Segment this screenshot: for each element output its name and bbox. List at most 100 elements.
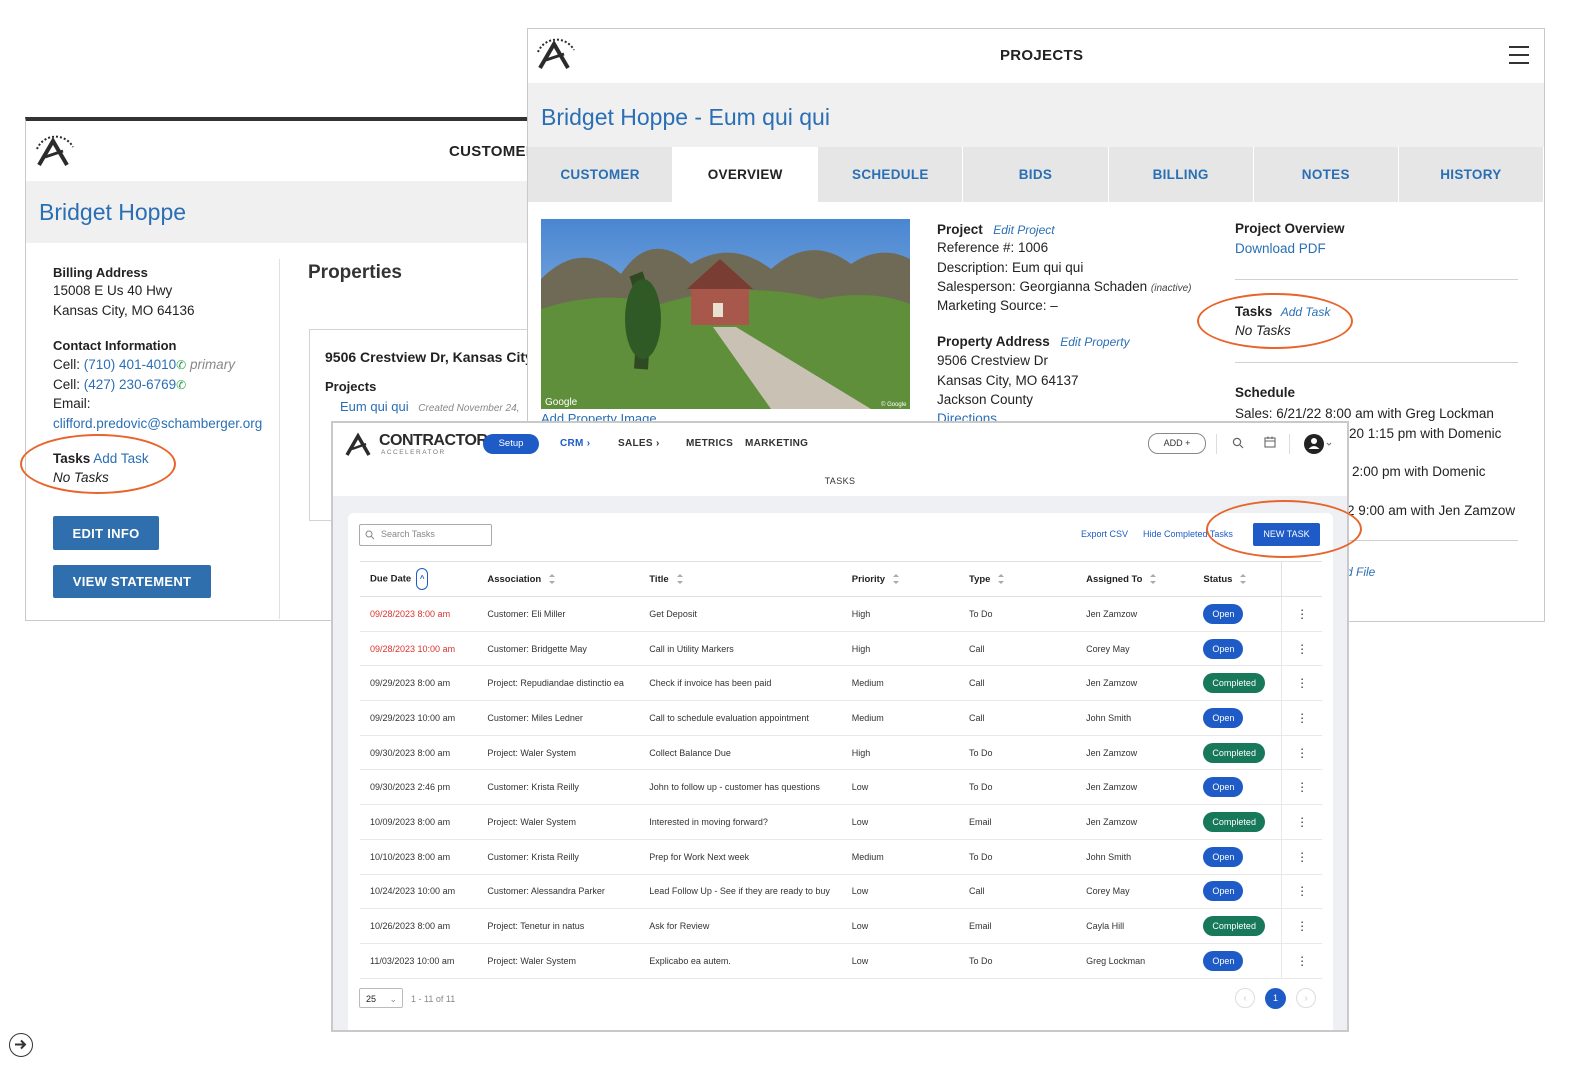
status-badge[interactable]: Completed bbox=[1203, 916, 1265, 937]
search-input[interactable]: Search Tasks bbox=[359, 524, 492, 546]
edit-property-link[interactable]: Edit Property bbox=[1060, 335, 1129, 349]
status-badge[interactable]: Open bbox=[1203, 846, 1244, 867]
status-badge[interactable]: Open bbox=[1203, 950, 1244, 971]
sort-icon[interactable] bbox=[892, 573, 900, 584]
user-icon[interactable] bbox=[1303, 432, 1333, 456]
status-badge[interactable]: Open bbox=[1203, 638, 1244, 659]
email-link[interactable]: clifford.predovic@schamberger.org bbox=[53, 416, 262, 431]
property-address[interactable]: 9506 Crestview Dr, Kansas City bbox=[325, 349, 533, 365]
nav-metrics[interactable]: METRICS bbox=[686, 438, 733, 449]
prev-page-button[interactable]: ‹ bbox=[1235, 988, 1255, 1008]
row-menu-icon[interactable]: ⋮ bbox=[1281, 665, 1322, 702]
due-date-cell: 10/10/2023 8:00 am bbox=[360, 839, 478, 875]
row-menu-icon[interactable]: ⋮ bbox=[1281, 631, 1322, 667]
tab-billing[interactable]: BILLING bbox=[1109, 147, 1254, 202]
menu-icon[interactable] bbox=[1509, 46, 1529, 64]
column-header[interactable]: Type bbox=[959, 561, 1077, 597]
priority-cell: Low bbox=[841, 804, 959, 840]
status-badge[interactable]: Open bbox=[1203, 777, 1244, 798]
sort-icon[interactable] bbox=[1149, 573, 1157, 584]
file-link[interactable]: d File bbox=[1346, 565, 1375, 579]
edit-info-button[interactable]: EDIT INFO bbox=[53, 516, 159, 550]
status-badge[interactable]: Open bbox=[1203, 707, 1244, 728]
title-cell: Interested in moving forward? bbox=[639, 804, 842, 840]
page-1-button[interactable]: 1 bbox=[1265, 988, 1286, 1009]
export-csv-link[interactable]: Export CSV bbox=[1081, 529, 1128, 539]
status-badge[interactable]: Completed bbox=[1203, 673, 1265, 694]
row-menu-icon[interactable]: ⋮ bbox=[1281, 804, 1322, 840]
page-size-select[interactable]: 25 ⌄ bbox=[359, 988, 403, 1008]
table-row[interactable]: 10/10/2023 8:00 am Customer: Krista Reill… bbox=[360, 839, 1322, 875]
sort-icon[interactable] bbox=[997, 573, 1005, 584]
download-pdf-link[interactable]: Download PDF bbox=[1235, 241, 1326, 256]
sort-icon[interactable] bbox=[548, 573, 556, 584]
edit-project-link[interactable]: Edit Project bbox=[993, 223, 1054, 237]
row-menu-icon[interactable]: ⋮ bbox=[1281, 700, 1322, 736]
table-row[interactable]: 09/28/2023 10:00 am Customer: Bridgette M… bbox=[360, 631, 1322, 667]
column-header[interactable]: Status bbox=[1193, 561, 1282, 597]
project-titlebar: Bridget Hoppe - Eum qui qui bbox=[528, 83, 1544, 147]
logo-icon[interactable] bbox=[33, 135, 79, 171]
add-button[interactable]: ADD + bbox=[1148, 433, 1206, 454]
actions-header bbox=[1281, 561, 1322, 597]
sort-asc-icon[interactable]: ^ bbox=[416, 568, 429, 590]
arrow-right-icon[interactable] bbox=[9, 1033, 33, 1057]
row-menu-icon[interactable]: ⋮ bbox=[1281, 874, 1322, 910]
table-row[interactable]: 11/03/2023 10:00 am Project: Waler System… bbox=[360, 943, 1322, 979]
cell-link-1[interactable]: (710) 401-4010 bbox=[84, 357, 176, 372]
search-icon[interactable] bbox=[1232, 437, 1244, 449]
column-header[interactable]: Due Date ^ bbox=[360, 561, 478, 597]
tab-customer[interactable]: CUSTOMER bbox=[528, 147, 674, 202]
table-row[interactable]: 09/29/2023 8:00 am Project: Repudiandae d… bbox=[360, 665, 1322, 702]
due-date-cell: 09/29/2023 8:00 am bbox=[360, 665, 478, 702]
column-header[interactable]: Assigned To bbox=[1076, 561, 1194, 597]
table-row[interactable]: 09/30/2023 2:46 pm Customer: Krista Reill… bbox=[360, 769, 1322, 806]
logo-icon[interactable] bbox=[343, 431, 377, 459]
nav-sales[interactable]: SALES › bbox=[618, 438, 660, 449]
customer-topbar: CUSTOMER bbox=[26, 121, 539, 182]
nav-marketing[interactable]: MARKETING bbox=[745, 438, 808, 449]
tab-history[interactable]: HISTORY bbox=[1399, 147, 1544, 202]
property-photo[interactable]: Google © Google bbox=[541, 219, 910, 409]
status-badge[interactable]: Open bbox=[1203, 881, 1244, 902]
logo-icon[interactable] bbox=[534, 38, 580, 74]
column-header[interactable]: Association bbox=[477, 561, 640, 597]
status-cell: Completed bbox=[1193, 735, 1282, 771]
setup-button[interactable]: Setup bbox=[483, 434, 539, 454]
sort-icon[interactable] bbox=[676, 573, 684, 584]
row-menu-icon[interactable]: ⋮ bbox=[1281, 769, 1322, 806]
status-badge[interactable]: Open bbox=[1203, 603, 1244, 624]
table-row[interactable]: 10/09/2023 8:00 am Project: Waler System I… bbox=[360, 804, 1322, 840]
title-cell: Check if invoice has been paid bbox=[639, 665, 842, 702]
view-statement-button[interactable]: VIEW STATEMENT bbox=[53, 565, 211, 598]
tab-bids[interactable]: BIDS bbox=[963, 147, 1109, 202]
status-badge[interactable]: Completed bbox=[1203, 742, 1265, 763]
cell-link-2[interactable]: (427) 230-6769 bbox=[84, 377, 176, 392]
column-header[interactable]: Title bbox=[639, 561, 842, 597]
table-row[interactable]: 09/30/2023 8:00 am Project: Waler System C… bbox=[360, 735, 1322, 771]
photo-copyright: © Google bbox=[881, 401, 907, 408]
table-row[interactable]: 10/26/2023 8:00 am Project: Tenetur in na… bbox=[360, 908, 1322, 944]
tab-overview[interactable]: OVERVIEW bbox=[673, 147, 819, 202]
row-menu-icon[interactable]: ⋮ bbox=[1281, 908, 1322, 944]
tab-schedule[interactable]: SCHEDULE bbox=[818, 147, 964, 202]
column-header[interactable]: Priority bbox=[841, 561, 959, 597]
next-page-button[interactable]: › bbox=[1296, 988, 1316, 1008]
status-badge[interactable]: Completed bbox=[1203, 811, 1265, 832]
row-menu-icon[interactable]: ⋮ bbox=[1281, 596, 1322, 632]
project-link[interactable]: Eum qui qui bbox=[340, 399, 409, 414]
row-menu-icon[interactable]: ⋮ bbox=[1281, 943, 1322, 979]
table-row[interactable]: 09/28/2023 8:00 am Customer: Eli Miller Ge… bbox=[360, 596, 1322, 632]
row-menu-icon[interactable]: ⋮ bbox=[1281, 839, 1322, 875]
cell-row-2: Cell: (427) 230-6769✆ bbox=[53, 377, 186, 392]
inactive-note: (inactive) bbox=[1150, 283, 1192, 294]
row-menu-icon[interactable]: ⋮ bbox=[1281, 735, 1322, 771]
phone-icon[interactable]: ✆ bbox=[176, 378, 186, 392]
tab-notes[interactable]: NOTES bbox=[1254, 147, 1399, 202]
table-row[interactable]: 09/29/2023 10:00 am Customer: Miles Ledne… bbox=[360, 700, 1322, 736]
sort-icon[interactable] bbox=[1239, 573, 1247, 584]
table-row[interactable]: 10/24/2023 10:00 am Customer: Alessandra … bbox=[360, 874, 1322, 910]
phone-icon[interactable]: ✆ bbox=[176, 358, 186, 372]
nav-crm[interactable]: CRM › bbox=[560, 438, 590, 449]
calendar-icon[interactable] bbox=[1264, 436, 1276, 448]
